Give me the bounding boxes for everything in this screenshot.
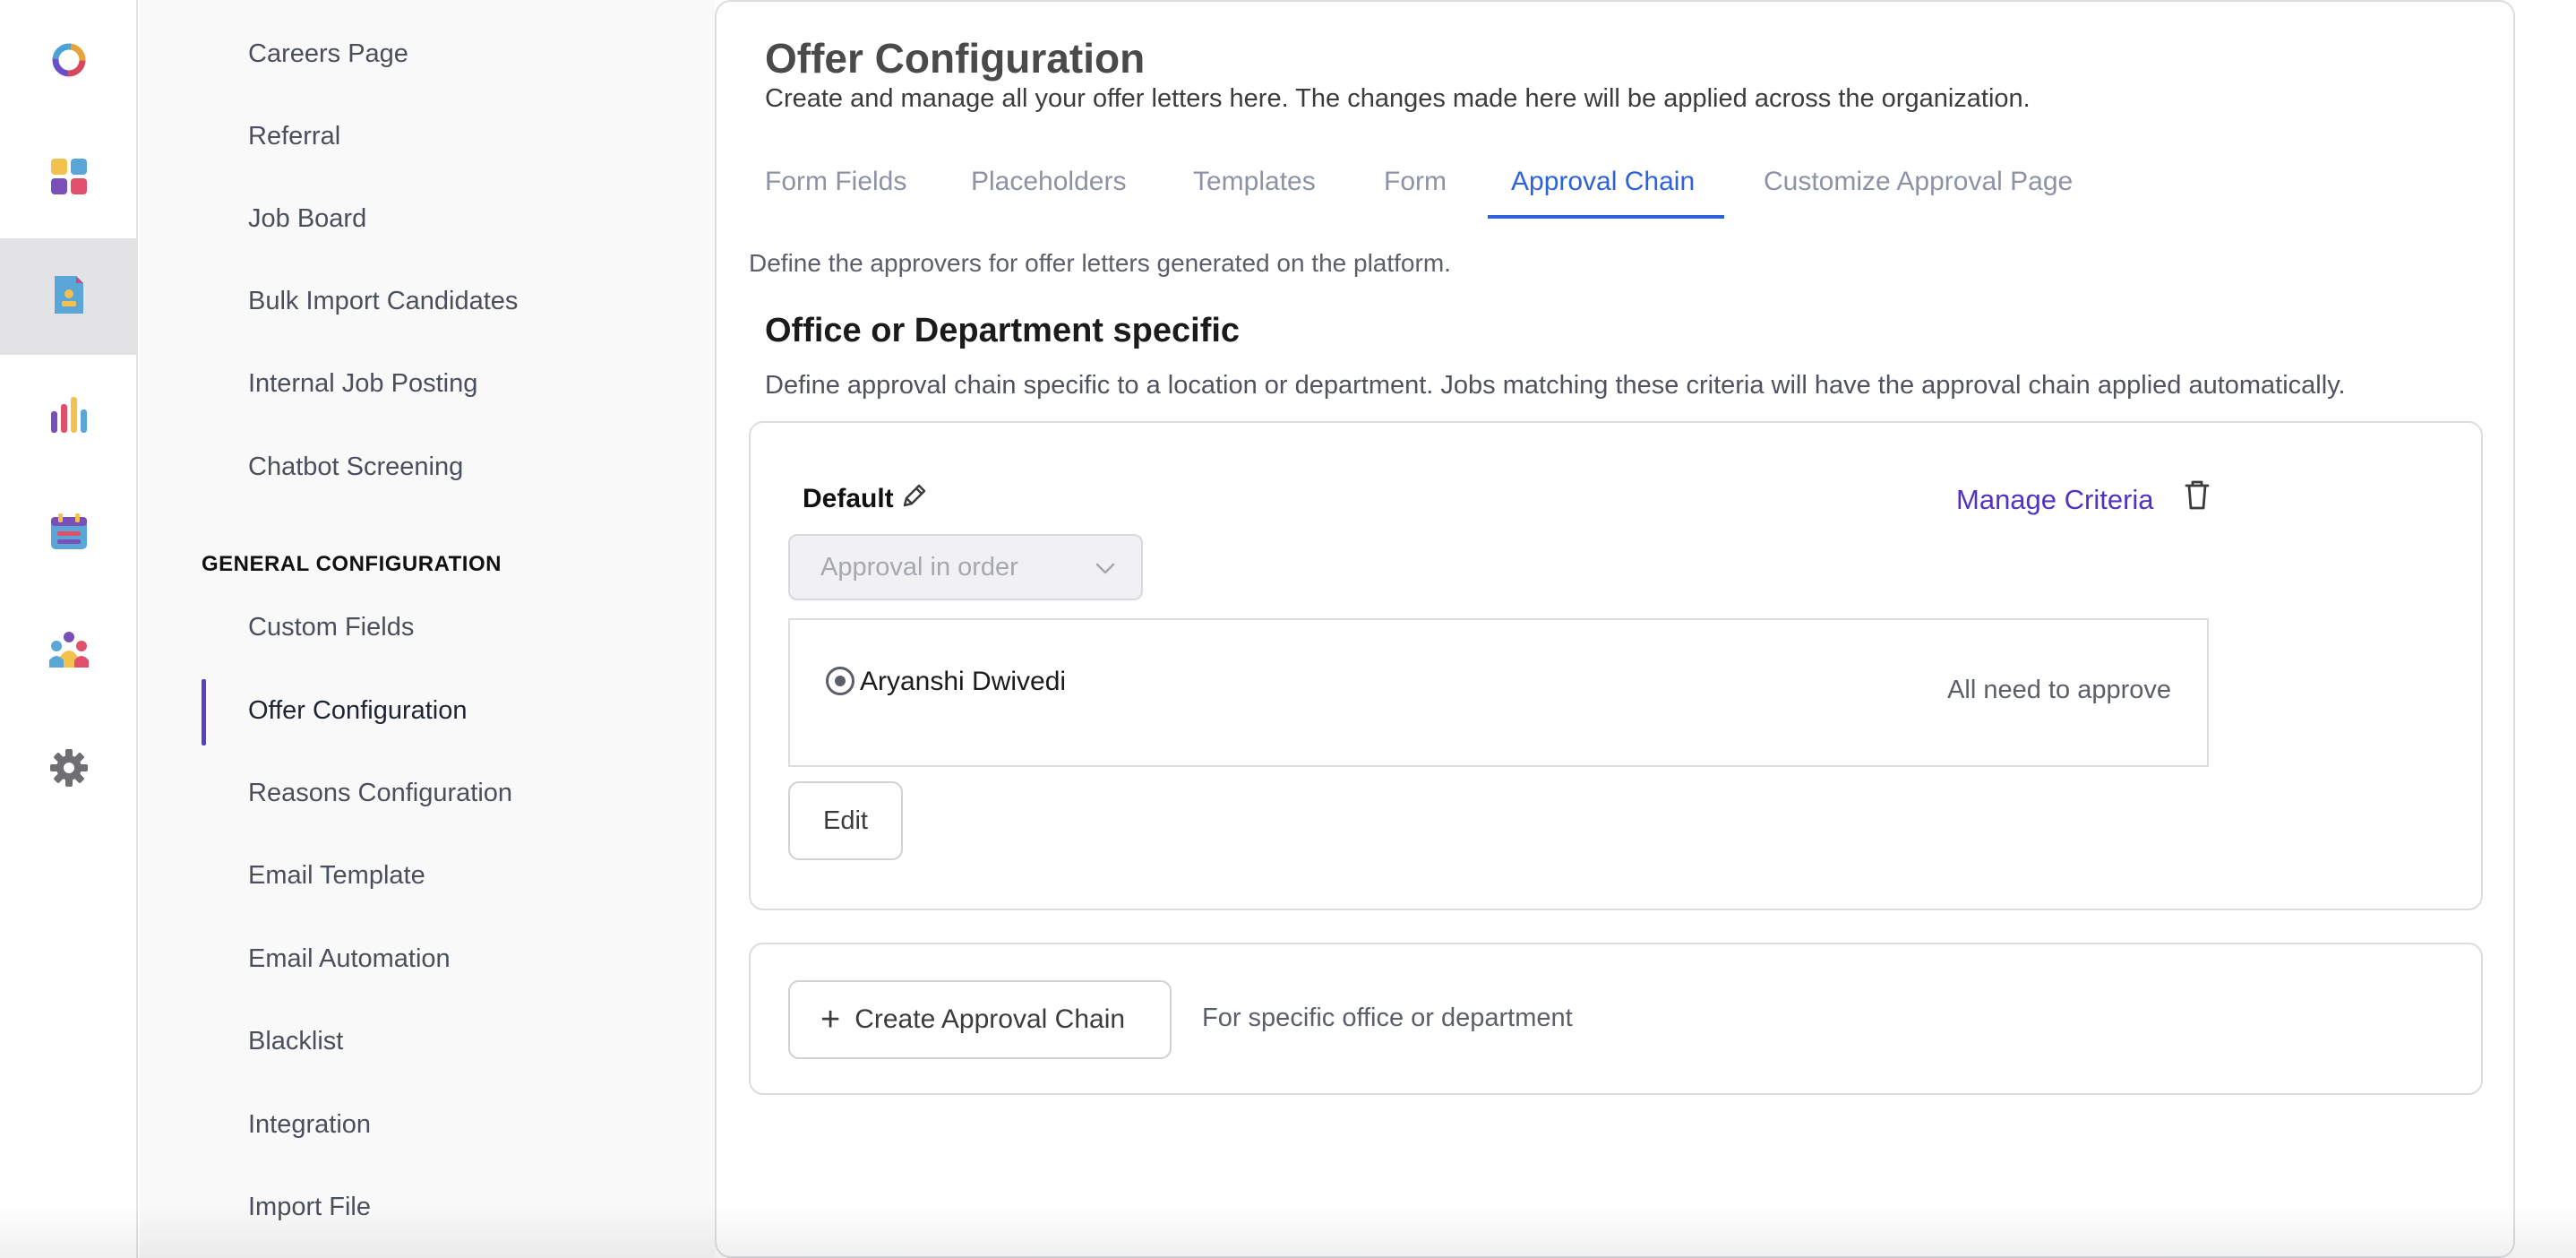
icon-rail (0, 0, 138, 1258)
tab-templates[interactable]: Templates (1193, 167, 1316, 197)
rail-item-team[interactable] (0, 593, 138, 710)
approver-list: Aryanshi Dwivedi All need to approve (788, 618, 2209, 767)
create-chain-card: + Create Approval Chain For specific off… (749, 943, 2483, 1095)
sidebar-item-reasons-configuration[interactable]: Reasons Configuration (248, 779, 512, 808)
sidebar-item-custom-fields[interactable]: Custom Fields (248, 613, 414, 642)
active-tab-underline (1488, 215, 1724, 219)
plus-icon: + (820, 1001, 841, 1038)
candidate-document-icon (51, 274, 87, 320)
settings-sidebar: Careers Page Referral Job Board Bulk Imp… (140, 0, 715, 1258)
calendar-icon (49, 512, 89, 556)
sidebar-item-email-template[interactable]: Email Template (248, 861, 425, 891)
chain-name: Default (803, 484, 894, 513)
sidebar-item-blacklist[interactable]: Blacklist (248, 1027, 343, 1056)
analytics-bar-chart-icon (49, 395, 89, 439)
rail-item-dashboard[interactable] (0, 120, 138, 237)
approval-chain-card: Default Manage Criteria Approval in orde… (749, 421, 2483, 910)
sidebar-section-heading: GENERAL CONFIGURATION (202, 552, 502, 576)
rail-item-calendar[interactable] (0, 475, 138, 591)
sidebar-item-referral[interactable]: Referral (248, 122, 340, 151)
sidebar-active-indicator (202, 679, 206, 745)
sidebar-item-bulk-import-candidates[interactable]: Bulk Import Candidates (248, 287, 518, 316)
approval-mode-value: Approval in order (820, 552, 1018, 582)
approver-radio[interactable] (826, 667, 854, 695)
chevron-down-icon (1093, 556, 1118, 588)
tab-form[interactable]: Form (1384, 167, 1447, 197)
sidebar-item-offer-configuration[interactable]: Offer Configuration (248, 696, 468, 726)
tab-form-fields[interactable]: Form Fields (765, 167, 906, 197)
manage-criteria-link[interactable]: Manage Criteria (1956, 484, 2154, 516)
sidebar-item-email-automation[interactable]: Email Automation (248, 944, 451, 974)
pencil-icon[interactable] (899, 480, 930, 515)
rail-item-home[interactable] (0, 4, 138, 120)
main-panel: Offer Configuration Create and manage al… (715, 0, 2515, 1258)
dashboard-grid-icon (49, 157, 89, 201)
page-subtitle: Create and manage all your offer letters… (765, 84, 2031, 113)
sidebar-item-internal-job-posting[interactable]: Internal Job Posting (248, 369, 477, 399)
sidebar-item-careers-page[interactable]: Careers Page (248, 39, 408, 69)
sidebar-item-job-board[interactable]: Job Board (248, 204, 366, 234)
section-title: Office or Department specific (765, 312, 1241, 349)
sidebar-item-integration[interactable]: Integration (248, 1110, 371, 1140)
app-logo-icon (49, 40, 89, 84)
app-root: Careers Page Referral Job Board Bulk Imp… (0, 0, 2576, 1258)
approval-rule: All need to approve (1947, 676, 2171, 704)
approval-mode-select[interactable]: Approval in order (788, 534, 1143, 600)
gear-icon (49, 748, 89, 792)
rail-item-analytics[interactable] (0, 358, 138, 475)
sidebar-item-chatbot-screening[interactable]: Chatbot Screening (248, 452, 463, 482)
section-description: Define approval chain specific to a loca… (765, 371, 2346, 400)
page-title: Offer Configuration (765, 35, 1146, 82)
edit-button[interactable]: Edit (788, 781, 903, 860)
bottom-edge-shadow (0, 1204, 2576, 1258)
approver-name: Aryanshi Dwivedi (860, 667, 1067, 696)
tab-approval-chain[interactable]: Approval Chain (1511, 167, 1695, 197)
approval-description: Define the approvers for offer letters g… (749, 249, 1451, 277)
team-people-icon (47, 630, 90, 674)
create-approval-chain-label: Create Approval Chain (854, 1004, 1126, 1034)
rail-item-candidates[interactable] (0, 238, 138, 355)
rail-item-settings[interactable] (0, 711, 138, 828)
tab-placeholders[interactable]: Placeholders (971, 167, 1126, 197)
create-approval-chain-button[interactable]: + Create Approval Chain (788, 980, 1172, 1059)
trash-icon[interactable] (2184, 478, 2211, 515)
create-chain-hint: For specific office or department (1202, 1004, 1573, 1032)
tab-customize-approval-page[interactable]: Customize Approval Page (1764, 167, 2073, 197)
